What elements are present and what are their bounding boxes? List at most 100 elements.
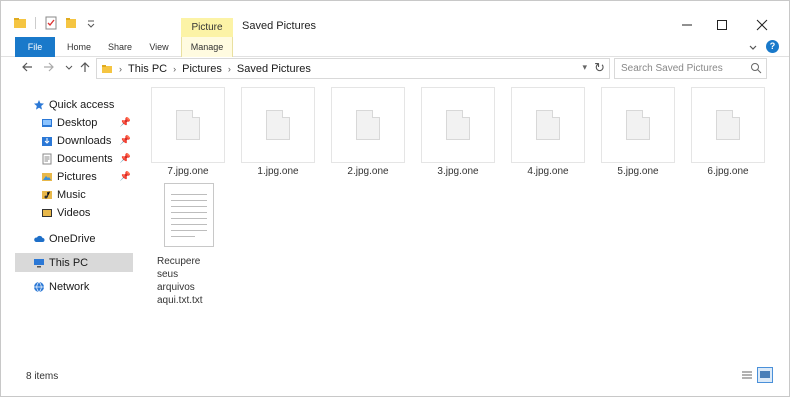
sidebar-item-this-pc[interactable]: This PC xyxy=(15,253,133,272)
large-icons-view-icon xyxy=(760,371,770,378)
toolbar-separator xyxy=(35,17,36,29)
sidebar-item-label: Desktop xyxy=(57,116,98,129)
file-thumbnail xyxy=(511,87,585,163)
file-thumbnail xyxy=(601,87,675,163)
documents-folder-icon xyxy=(42,153,52,164)
file-name-line: aqui.txt.txt xyxy=(157,295,203,306)
pin-icon: 📌 xyxy=(119,171,131,181)
desktop-folder-icon xyxy=(42,118,52,127)
close-button[interactable] xyxy=(752,15,772,35)
file-item[interactable]: 4.jpg.one xyxy=(511,87,585,177)
refresh-icon[interactable]: ↻ xyxy=(594,60,605,76)
sidebar-item-label: OneDrive xyxy=(49,232,96,245)
sidebar-item-videos[interactable]: Videos xyxy=(41,203,133,222)
sidebar-item-label: Music xyxy=(57,188,86,201)
forward-button[interactable] xyxy=(41,60,57,76)
sidebar-item-label: Pictures xyxy=(57,170,97,183)
breadcrumb-pictures[interactable]: Pictures xyxy=(182,63,222,75)
sidebar-item-documents[interactable]: Documents 📌 xyxy=(41,149,133,168)
up-button[interactable] xyxy=(77,60,93,76)
breadcrumb-separator-icon[interactable]: › xyxy=(173,64,176,74)
address-history-chevron-icon[interactable]: ▾ xyxy=(582,62,587,73)
navigation-bar: › This PC › Pictures › Saved Pictures ▾ … xyxy=(1,58,789,80)
large-icons-view-button[interactable] xyxy=(757,367,773,383)
back-button[interactable] xyxy=(19,60,35,76)
pin-icon: 📌 xyxy=(119,135,131,145)
search-input[interactable]: Search Saved Pictures xyxy=(614,58,767,79)
file-thumbnail xyxy=(241,87,315,163)
file-name: 6.jpg.one xyxy=(707,166,749,177)
file-name: 7.jpg.one xyxy=(167,166,209,177)
sidebar-item-onedrive[interactable]: OneDrive xyxy=(33,229,133,248)
star-icon xyxy=(34,99,44,110)
file-thumbnail xyxy=(691,87,765,163)
sidebar-item-label: This PC xyxy=(49,256,89,269)
file-item[interactable]: 7.jpg.one xyxy=(151,87,225,177)
sidebar-item-pictures[interactable]: Pictures 📌 xyxy=(41,167,133,186)
computer-icon xyxy=(34,258,44,267)
file-name-line: Recupere seus xyxy=(157,256,201,280)
file-thumbnail xyxy=(421,87,495,163)
sidebar-item-downloads[interactable]: Downloads 📌 xyxy=(41,131,133,150)
blank-file-icon xyxy=(356,110,380,140)
breadcrumb-separator-icon[interactable]: › xyxy=(228,64,231,74)
blank-file-icon xyxy=(626,110,650,140)
picture-tools-label: Picture Tools xyxy=(181,18,233,52)
videos-folder-icon xyxy=(42,208,52,217)
maximize-button[interactable] xyxy=(712,15,732,35)
sidebar-item-desktop[interactable]: Desktop 📌 xyxy=(41,113,133,132)
breadcrumb-separator-icon[interactable]: › xyxy=(119,64,122,74)
blank-file-icon xyxy=(536,110,560,140)
file-name: 3.jpg.one xyxy=(437,166,479,177)
file-name: 2.jpg.one xyxy=(347,166,389,177)
file-name: 4.jpg.one xyxy=(527,166,569,177)
file-name-line: arquivos xyxy=(157,282,195,293)
tab-share[interactable]: Share xyxy=(103,37,137,57)
properties-icon[interactable] xyxy=(44,16,58,30)
tab-home[interactable]: Home xyxy=(61,37,97,57)
details-view-icon xyxy=(742,371,752,379)
sidebar-item-music[interactable]: Music xyxy=(41,185,133,204)
blank-file-icon xyxy=(716,110,740,140)
up-arrow-icon xyxy=(80,62,90,72)
customize-toolbar-icon[interactable] xyxy=(84,16,98,30)
tab-file[interactable]: File xyxy=(15,37,55,57)
status-bar: 8 items xyxy=(1,367,789,388)
file-item[interactable]: 6.jpg.one xyxy=(691,87,765,177)
blank-file-icon xyxy=(176,110,200,140)
file-thumbnail xyxy=(151,87,225,163)
sidebar-item-quick-access[interactable]: Quick access xyxy=(33,95,133,114)
tab-manage[interactable]: Manage xyxy=(181,37,233,57)
text-document-icon xyxy=(164,183,214,247)
minimize-button[interactable] xyxy=(677,15,697,35)
new-folder-icon[interactable] xyxy=(64,16,78,30)
breadcrumb-saved-pictures[interactable]: Saved Pictures xyxy=(237,63,311,75)
back-arrow-icon xyxy=(22,62,32,72)
folder-icon xyxy=(14,18,26,28)
breadcrumb-this-pc[interactable]: This PC xyxy=(128,63,167,75)
cloud-icon xyxy=(34,235,45,242)
help-icon[interactable]: ? xyxy=(766,40,779,53)
file-item[interactable]: 2.jpg.one xyxy=(331,87,405,177)
explorer-window: Picture Tools Saved Pictures File Home S… xyxy=(0,0,790,397)
navigation-pane: Quick access Desktop 📌 Downloads 📌 Docum… xyxy=(15,93,133,365)
file-item-ransom-note[interactable]: Recupere seus arquivos aqui.txt.txt xyxy=(157,183,223,307)
address-bar[interactable]: › This PC › Pictures › Saved Pictures ▾ … xyxy=(96,58,610,79)
blank-file-icon xyxy=(266,110,290,140)
expand-ribbon-icon[interactable] xyxy=(748,42,758,52)
forward-arrow-icon xyxy=(44,62,54,72)
network-icon xyxy=(34,281,44,292)
recent-locations-button[interactable] xyxy=(61,60,77,76)
quick-access-toolbar xyxy=(13,16,98,30)
sidebar-item-network[interactable]: Network xyxy=(33,277,133,296)
chevron-down-icon xyxy=(65,65,73,70)
close-icon xyxy=(756,19,768,31)
details-view-button[interactable] xyxy=(739,367,755,383)
file-item[interactable]: 1.jpg.one xyxy=(241,87,315,177)
pin-icon: 📌 xyxy=(119,117,131,127)
title-bar: Picture Tools Saved Pictures xyxy=(1,1,789,52)
search-icon xyxy=(751,63,762,74)
tab-view[interactable]: View xyxy=(143,37,175,57)
file-item[interactable]: 5.jpg.one xyxy=(601,87,675,177)
file-item[interactable]: 3.jpg.one xyxy=(421,87,495,177)
